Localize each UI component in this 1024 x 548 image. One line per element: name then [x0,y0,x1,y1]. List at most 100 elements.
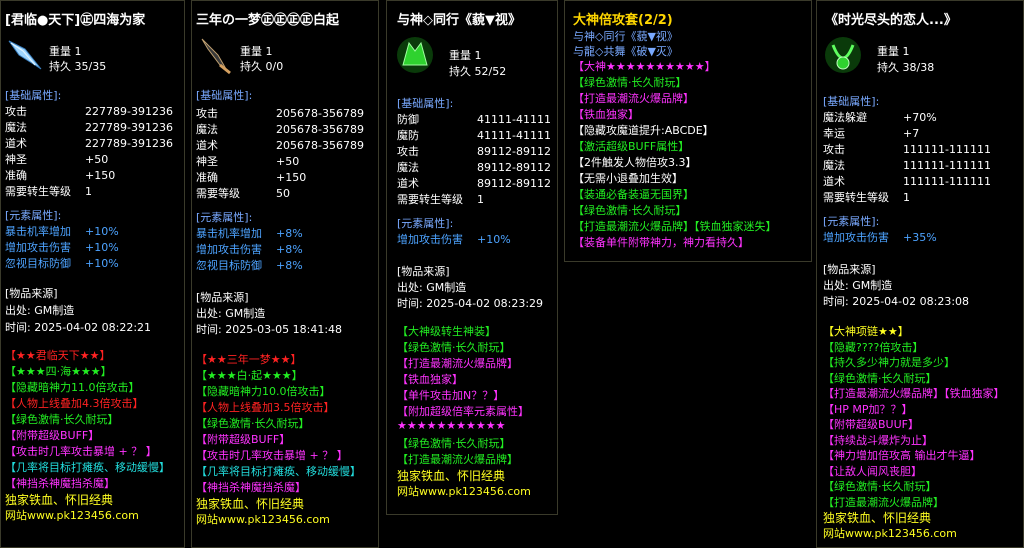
desc-line: 【隐藏暗神力10.0倍攻击】 [196,385,331,398]
desc-line: 【几率将目标打瘫痪、移动缓慢】 [196,465,361,478]
desc-lines: 【大神级转生神装】 【绿色激情·长久耐玩】 【打造最潮流火爆品牌】 【铁血独家】… [397,323,531,499]
stat-row: 道术 111111-111111 [823,175,991,188]
desc-line: 【让敌人闻风丧胆】 [823,464,922,478]
stat-row: 魔法 205678-356789 [196,123,364,136]
base-attr-header: [基础属性]: [823,95,880,108]
desc-line: 【打造最潮流火爆品牌】 [397,453,518,466]
stat-row: 防御 41111-41111 [397,113,551,126]
stat-row: 神圣 +50 [5,153,109,166]
desc-line: 【★★君临天下★★】 [5,349,111,362]
armor-icon [397,37,433,73]
item-durability: 持久 52/52 [449,65,507,78]
desc-line: 【攻击时几率攻击暴增 + ？ 】 [196,449,348,462]
desc-line: 【★★★白·起★★★】 [196,369,303,382]
origin-text: 出处: GM制造 [5,304,75,317]
stat-row: 需要转生等级 1 [397,193,484,206]
desc-line: 【打造最潮流火爆品牌】 [573,92,694,105]
elem-attr-header: [元素属性]: [5,209,62,222]
desc-line: 【几率将目标打瘫痪、移动缓慢】 [5,461,170,474]
item-title: 《时光尽头的恋人...》 [825,13,957,28]
desc-line: 【持久多少神力就是多少】 [823,356,955,369]
desc-line: 【打造最潮流火爆品牌】【铁血独家迷失】 [573,220,777,233]
item-tooltip-3: 与神◇同行《藐▼视》 重量 1 持久 52/52 [基础属性]: 防御 41111… [386,0,558,515]
desc-line: 【神力增加倍攻高 输出才牛逼】 [823,449,981,462]
stat-row: 魔法躲避 +70% [823,111,937,124]
base-attr-header: [基础属性]: [5,89,62,102]
desc-lines: 【★★君临天下★★】 【★★★四·海★★★】 【隐藏暗神力11.0倍攻击】 【人… [5,347,170,523]
item-durability: 持久 35/35 [49,60,107,73]
stat-row: 魔法 227789-391236 [5,121,173,134]
desc-line: 【绿色激情·长久耐玩】 [5,413,119,426]
time-text: 时间: 2025-03-05 18:41:48 [196,323,343,336]
desc-line: 【神挡杀神魔挡杀魔】 [196,481,306,494]
desc-line: ★★★★★★★★★★★ [397,419,506,432]
desc-line: 【绿色激情·长久耐玩】 [823,480,937,493]
elem-row: 忽视目标防御 +10% [5,257,119,270]
stat-row: 魔法 89112-89112 [397,161,551,174]
source-header: [物品来源] [5,287,58,300]
desc-line: 【单件攻击加N？？】 [397,389,505,402]
elem-row: 增加攻击伤害 +8% [196,243,303,256]
necklace-icon [825,37,861,73]
source-header: [物品来源] [823,263,876,276]
elem-row: 增加攻击伤害 +35% [823,231,937,244]
source-header: [物品来源] [397,265,450,278]
stat-row: 攻击 89112-89112 [397,145,551,158]
stat-row: 道术 205678-356789 [196,139,364,152]
blade-icon [201,38,231,75]
desc-line: 独家铁血、怀旧经典 [823,511,932,525]
desc-line: 【神挡杀神魔挡杀魔】 [5,477,115,490]
desc-line: 独家铁血、怀旧经典 [196,497,305,511]
desc-line: 【隐藏暗神力11.0倍攻击】 [5,381,140,394]
stat-row: 准确 +150 [196,171,307,184]
desc-line: 【附带超级BUFF】 [5,429,100,442]
desc-lines: 【大神项链★★】 【隐藏????倍攻击】 【持久多少神力就是多少】 【绿色激情·… [823,323,1005,540]
desc-line: 【打造最潮流火爆品牌】【铁血独家】 [823,387,1005,400]
desc-line: 【隐藏攻魔道提升:ABCDE】 [573,124,714,137]
stat-row: 需要转生等级 1 [823,191,910,204]
origin-text: 出处: GM制造 [397,281,467,294]
stat-row: 神圣 +50 [196,155,300,168]
item-weight: 重量 1 [240,45,273,58]
desc-line: 【绿色激情·长久耐玩】 [196,417,310,430]
desc-line: 【装备单件附带神力，神力看持久】 [573,236,749,249]
sword-icon [8,40,42,70]
desc-line: 【绿色激情·长久耐玩】 [573,204,687,217]
item-title: 与神◇同行《藐▼视》 [397,13,521,28]
stat-row: 攻击 227789-391236 [5,105,173,118]
desc-line: 网站www.pk123456.com [823,526,957,540]
stat-row: 道术 227789-391236 [5,137,173,150]
desc-line: 【附带超级BUFF】 [196,433,291,446]
desc-line: 【HP MP加？？】 [823,402,913,416]
time-text: 时间: 2025-04-02 08:23:08 [823,295,970,308]
item-weight: 重量 1 [449,49,482,62]
set-bonus-tooltip: 大神倍攻套(2/2) 与神◇同行《藐▼视》 与龍◇共舞《破▼灭》 【大神★★★★… [564,0,812,262]
desc-line: 【大神★★★★★★★★★★】 [573,60,716,73]
desc-line: 【激活超级BUFF属性】 [573,140,690,153]
desc-line: 网站www.pk123456.com [5,509,139,522]
desc-line: 【绿色激情·长久耐玩】 [823,371,937,385]
origin-text: 出处: GM制造 [823,279,893,292]
item-durability: 持久 38/38 [877,61,935,74]
desc-line: 【人物上线叠加3.5倍攻击】 [196,401,335,414]
desc-line: 网站www.pk123456.com [196,513,330,526]
item-tooltip-2: 三年の一梦㊣㊣㊣㊣白起 重量 1 持久 0/0 [基础属性]: 攻击 205678… [191,0,379,548]
desc-line: 【铁血独家】 [397,373,463,386]
stat-row: 准确 +150 [5,169,116,182]
desc-line: 【★★三年一梦★★】 [196,353,302,366]
time-text: 时间: 2025-04-02 08:23:29 [397,297,544,310]
source-header: [物品来源] [196,291,249,304]
desc-line: 【绿色激情·长久耐玩】 [573,76,687,89]
elem-row: 增加攻击伤害 +10% [5,241,119,254]
time-text: 时间: 2025-04-02 08:22:21 [5,321,152,334]
base-attr-header: [基础属性]: [196,89,253,102]
desc-line: 【附加超级倍率元素属性】 [397,405,529,418]
item-durability: 持久 0/0 [240,60,284,73]
desc-line: 【绿色激情·长久耐玩】 [397,437,511,450]
desc-line: 【人物上线叠加4.3倍攻击】 [5,397,144,410]
desc-line: 【绿色激情·长久耐玩】 [397,341,511,354]
desc-line: 【攻击时几率攻击暴增 + ？ 】 [5,445,157,458]
stat-row: 需要转生等级 1 [5,185,92,198]
set-piece: 与龍◇共舞《破▼灭》 [573,45,678,58]
desc-line: 【打造最潮流火爆品牌】 [397,357,518,370]
